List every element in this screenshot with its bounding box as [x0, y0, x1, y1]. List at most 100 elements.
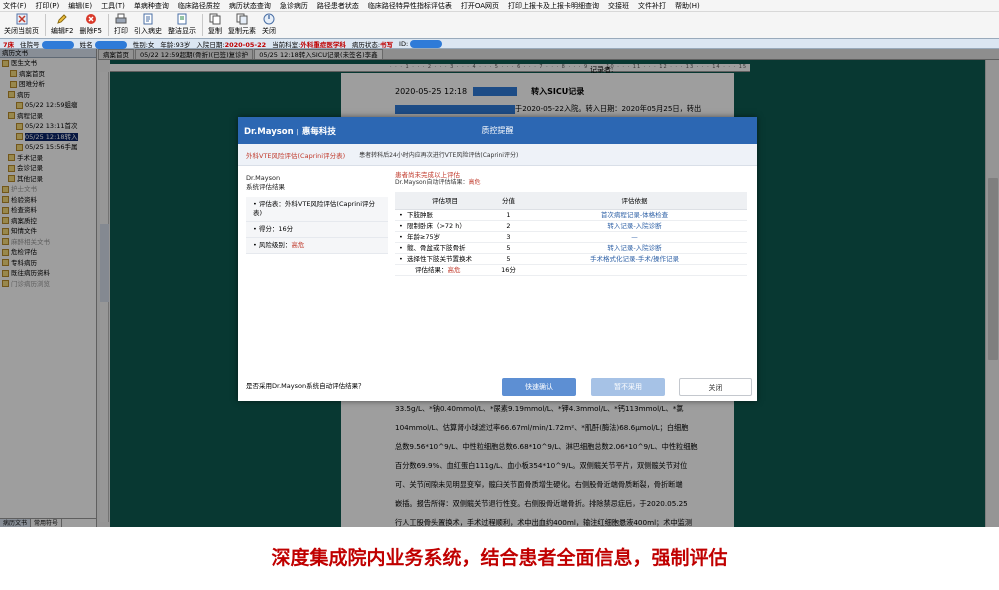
result-row: 评估结果：高危 16分 [395, 264, 747, 276]
system-result-list: • 评估表：外科VTE风险评估(Caprini评分表) • 得分：16分 • 风险级… [246, 197, 388, 254]
col-score: 分值 [495, 192, 522, 210]
toolbar-separator [201, 14, 203, 36]
slide-caption: 深度集成院内业务系统，结合患者全面信息，强制评估 [271, 547, 728, 569]
close-button[interactable]: 关闭 [262, 12, 276, 36]
rule-description: 患者转科后24小时内应再次进行VTE风险评估(Caprini评分) [359, 152, 519, 159]
copy-element-button[interactable]: 复制元素 [228, 12, 256, 36]
score-basis-link[interactable]: 首次病程记录-体格检查 [522, 209, 747, 221]
score-row: • 年龄≥75岁 3— [395, 231, 747, 243]
record-status: 病历状态:书写 [351, 40, 394, 49]
close-page-icon [16, 13, 27, 25]
score-basis-link[interactable]: 转入记录-入院诊断 [522, 220, 747, 232]
score-item: • 选择性下肢关节置换术 [395, 253, 495, 265]
menu-item[interactable]: 路径患者状态 [317, 1, 359, 11]
menu-item[interactable]: 临床路径特异性指标评估表 [368, 1, 452, 11]
col-basis: 评估依据 [522, 192, 747, 210]
score-item: • 髋、骨盆或下肢骨折 [395, 242, 495, 254]
patient-sex: 性别:女 [132, 40, 155, 49]
system-result-item: • 评估表：外科VTE风险评估(Caprini评分表) [246, 197, 388, 222]
not-adopt-button[interactable]: 暂不采用 [591, 378, 665, 396]
score-basis-link[interactable]: 手术格式化记录-手术/操作记录 [522, 253, 747, 265]
score-item: • 限制卧床（>72 h） [395, 220, 495, 232]
menu-item[interactable]: 病历状态查询 [229, 1, 271, 11]
print-button[interactable]: 打印 [114, 12, 128, 36]
panel-brand: Dr.Mayson [246, 174, 281, 182]
menu-item[interactable]: 打印(P) [36, 1, 60, 11]
quick-confirm-button[interactable]: 快速确认 [502, 378, 576, 396]
menu-item[interactable]: 文件补打 [638, 1, 666, 11]
menu-item[interactable]: 交接班 [608, 1, 629, 11]
toolbar: 关闭当前页 编辑F2 删除F5 打印 引入病史 整洁显示 复制 复制元素 关闭 [0, 12, 999, 38]
score-item: • 年龄≥75岁 [395, 231, 495, 243]
score-basis-link[interactable]: — [522, 231, 747, 243]
score-row: • 髋、骨盆或下肢骨折 5 转入记录-入院诊断 [395, 242, 747, 254]
menu-item[interactable]: 编辑(E) [68, 1, 92, 11]
menu-item[interactable]: 工具(T) [101, 1, 125, 11]
import-icon [143, 13, 153, 25]
close-dialog-button[interactable]: 关闭 [679, 378, 752, 396]
patient-info-bar: 7床 住院号 姓名 性别:女 年龄:93岁 入院日期:2020-05-22 当前… [0, 38, 999, 49]
redacted-mark [94, 40, 127, 49]
warning-text: 患者尚未完成以上评估 [395, 171, 460, 179]
document-icon [177, 13, 187, 25]
score-item: • 下肢肿胀 [395, 209, 495, 221]
close-current-page-button[interactable]: 关闭当前页 [4, 12, 39, 36]
quality-control-dialog: Dr.Mayson | 惠每科技 质控提醒 外科VTE风险评估(Caprini评… [238, 117, 757, 401]
inpatient-number-label: 住院号 [20, 39, 74, 49]
copy-icon [209, 13, 221, 25]
edit-button[interactable]: 编辑F2 [51, 12, 73, 36]
emr-app-window: 文件(F) 打印(P) 编辑(E) 工具(T) 单病种查询 临床路径质控 病历状态查询 急诊病… [0, 0, 999, 527]
rule-name: 外科VTE风险评估(Caprini评分表) [246, 151, 346, 160]
redacted-mark [410, 39, 443, 48]
bed-number: 7床 [3, 40, 15, 49]
redacted-mark [41, 40, 74, 49]
toolbar-separator [107, 14, 109, 36]
score-value: 2 [495, 220, 522, 232]
patient-name-label: 姓名 [80, 39, 127, 49]
menu-item[interactable]: 急诊病历 [280, 1, 308, 11]
rule-bar: 外科VTE风险评估(Caprini评分表) 患者转科后24小时内应再次进行VTE… [238, 144, 757, 166]
system-result-panel: Dr.Mayson 系统评估结果 • 评估表：外科VTE风险评估(Caprini… [246, 174, 388, 254]
toolbar-separator [45, 14, 46, 36]
score-row: • 选择性下肢关节置换术 5 手术格式化记录-手术/操作记录 [395, 253, 747, 265]
menu-item[interactable]: 临床路径质控 [178, 1, 220, 11]
delete-icon [85, 14, 96, 24]
score-value: 5 [495, 253, 522, 265]
import-history-button[interactable]: 引入病史 [134, 12, 162, 36]
score-value: 5 [495, 242, 522, 254]
result-score: 16分 [495, 264, 522, 276]
dialog-title: 质控提醒 [481, 126, 514, 135]
col-item: 评估项目 [395, 192, 495, 210]
print-icon [115, 13, 127, 24]
score-basis-link[interactable]: 转入记录-入院诊断 [522, 242, 747, 254]
assessment-panel: 患者尚未完成以上评估 Dr.Mayson自动评估结果：高危 评估项目 分值 评估… [395, 172, 747, 276]
current-department: 当前科室:外科重症医学科 [272, 40, 346, 49]
score-value: 3 [495, 231, 522, 243]
menu-item[interactable]: 单病种查询 [134, 1, 169, 11]
patient-age: 年龄:93岁 [160, 40, 191, 49]
score-row: • 限制卧床（>72 h） 2 转入记录-入院诊断 [395, 220, 747, 232]
delete-button[interactable]: 删除F5 [79, 12, 102, 36]
menu-item[interactable]: 帮助(H) [675, 1, 700, 11]
adopt-question: 是否采用Dr.Mayson系统自动评估结果？ [246, 382, 365, 390]
menu-bar: 文件(F) 打印(P) 编辑(E) 工具(T) 单病种查询 临床路径质控 病历状态查询 急诊病… [0, 0, 999, 12]
patient-id: ID: [399, 39, 443, 48]
auto-result: Dr.Mayson自动评估结果：高危 [395, 179, 481, 186]
clean-display-button[interactable]: 整洁显示 [168, 12, 196, 36]
edit-icon [57, 14, 67, 24]
score-table: 评估项目 分值 评估依据 • 下肢肿胀 1 首次病程记录-体格检查 • 限制卧床（>7… [395, 192, 747, 276]
copy-button[interactable]: 复制 [208, 12, 222, 36]
result-label: 评估结果：高危 [395, 264, 495, 276]
exit-icon [263, 13, 275, 25]
panel-title: 系统评估结果 [246, 182, 285, 191]
dialog-header: Dr.Mayson | 惠每科技 质控提醒 [238, 117, 757, 144]
result-empty [522, 264, 747, 276]
menu-item[interactable]: 文件(F) [3, 1, 27, 11]
menu-item[interactable]: 打印上报卡及上报卡明细查询 [508, 1, 599, 11]
menu-item[interactable]: 打开OA网页 [461, 1, 499, 11]
system-result-item: • 得分：16分 [246, 222, 388, 238]
dialog-footer: 是否采用Dr.Mayson系统自动评估结果？ 快速确认 暂不采用 关闭 [238, 373, 757, 401]
copy-element-icon [236, 13, 248, 25]
score-value: 1 [495, 209, 522, 221]
score-row: • 下肢肿胀 1 首次病程记录-体格检查 [395, 209, 747, 221]
